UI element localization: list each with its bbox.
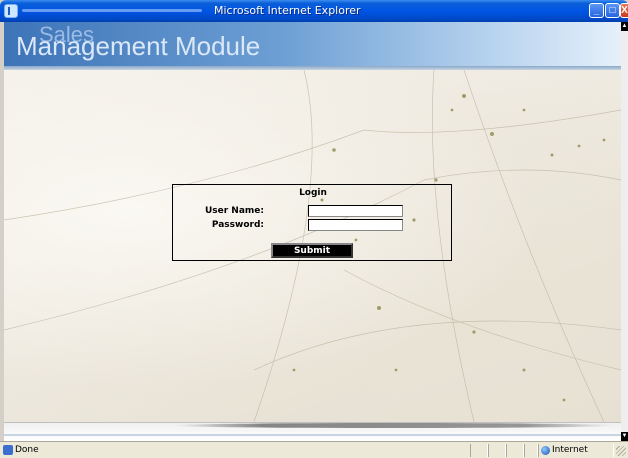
internet-globe-icon — [541, 446, 550, 455]
footer-smudge — [174, 423, 614, 428]
footer-rule — [4, 434, 621, 436]
window-titlebar[interactable]: Microsoft Internet Explorer _ □ X — [0, 0, 628, 22]
scroll-down-icon[interactable]: ▼ — [621, 432, 628, 441]
resize-grip-icon[interactable] — [616, 446, 626, 456]
username-input[interactable] — [308, 205, 403, 217]
status-panel — [470, 444, 488, 457]
page-done-icon — [3, 445, 13, 455]
password-label: Password: — [211, 220, 264, 230]
ie-app-icon[interactable] — [4, 4, 18, 18]
status-text: Done — [15, 445, 39, 455]
window-title: Microsoft Internet Explorer — [214, 4, 361, 17]
status-bar: Done Internet — [0, 441, 628, 458]
login-title: Login — [299, 188, 327, 198]
vertical-scrollbar[interactable]: ▲ ▼ — [621, 22, 628, 441]
password-input[interactable] — [308, 219, 403, 231]
status-panel — [506, 444, 524, 457]
login-form: Login User Name: Password: Submit — [172, 184, 452, 261]
page-viewport: Sales Management Module Login User Name:… — [4, 22, 621, 441]
submit-button[interactable]: Submit — [271, 243, 353, 258]
status-panel — [488, 444, 506, 457]
brand-module-title: Management Module — [16, 31, 261, 61]
status-panel — [524, 444, 538, 457]
username-label: User Name: — [204, 206, 264, 216]
maximize-button[interactable]: □ — [605, 3, 620, 18]
minimize-button[interactable]: _ — [589, 3, 604, 18]
page-footer-band — [4, 422, 621, 441]
security-zone-text: Internet — [552, 445, 588, 455]
scroll-up-icon[interactable]: ▲ — [621, 22, 628, 31]
redacted-page-title — [22, 9, 202, 12]
close-button[interactable]: X — [620, 3, 628, 18]
page-header: Sales Management Module — [4, 22, 621, 70]
